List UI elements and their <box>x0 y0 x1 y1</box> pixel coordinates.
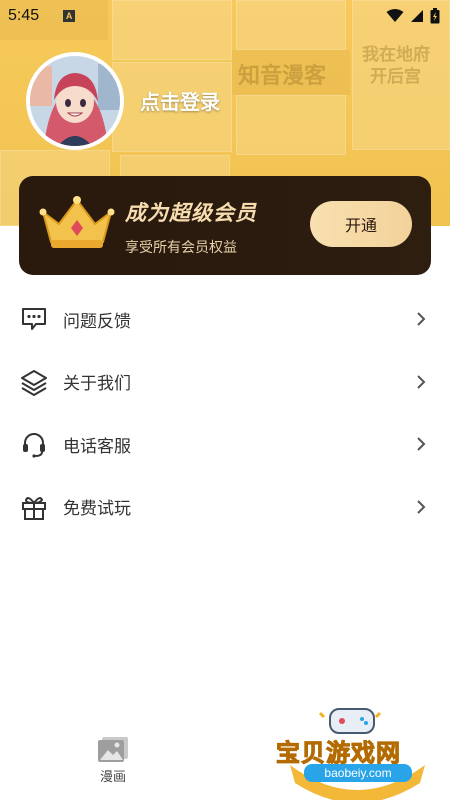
menu-item-label: 关于我们 <box>63 374 131 395</box>
gift-icon <box>20 493 48 521</box>
menu-item-free-trial[interactable]: 免费试玩 <box>0 476 450 539</box>
tab-label: 漫画 <box>99 770 126 785</box>
battery-icon <box>430 8 440 24</box>
feedback-icon <box>20 305 48 333</box>
settings-menu: 问题反馈 关于我们 电话客服 免费试玩 <box>0 288 450 538</box>
watermark-title: 宝贝游戏网 <box>276 739 401 768</box>
avatar-image <box>30 56 120 146</box>
menu-item-phone-support[interactable]: 电话客服 <box>0 413 450 476</box>
menu-item-label: 问题反馈 <box>63 311 131 332</box>
vip-subtitle: 享受所有会员权益 <box>125 240 237 256</box>
signal-icon <box>411 10 423 22</box>
avatar[interactable] <box>26 52 124 150</box>
crown-icon <box>39 196 115 248</box>
comic-icon <box>98 737 128 762</box>
chevron-right-icon <box>416 499 426 515</box>
chevron-right-icon <box>416 374 426 390</box>
watermark-url: baobeiy.com <box>304 764 412 782</box>
background-title-text: 开后宫 <box>370 67 421 87</box>
menu-item-feedback[interactable]: 问题反馈 <box>0 288 450 351</box>
tab-comic[interactable]: 漫画 <box>88 735 138 795</box>
status-time: 5:45 <box>8 7 40 24</box>
vip-title: 成为超级会员 <box>125 201 257 225</box>
watermark-logo: 宝贝游戏网 baobeiy.com <box>270 705 445 800</box>
headset-icon <box>20 430 48 458</box>
notification-icon: A <box>63 10 76 22</box>
vip-card: 成为超级会员 享受所有会员权益 开通 <box>19 176 431 275</box>
wifi-icon <box>386 9 404 22</box>
menu-item-label: 电话客服 <box>63 436 131 457</box>
background-title-text: 知音漫客 <box>238 63 327 89</box>
chevron-right-icon <box>416 311 426 327</box>
chevron-right-icon <box>416 436 426 452</box>
status-bar: 5:45 A <box>0 0 450 32</box>
menu-item-about[interactable]: 关于我们 <box>0 351 450 414</box>
layers-icon <box>20 368 48 396</box>
activate-vip-button[interactable]: 开通 <box>310 201 412 247</box>
menu-item-label: 免费试玩 <box>63 499 131 520</box>
login-link[interactable]: 点击登录 <box>140 86 220 115</box>
